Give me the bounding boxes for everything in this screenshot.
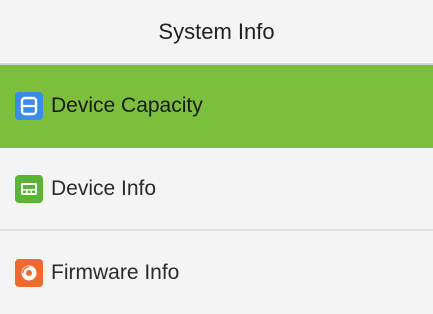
menu-item-label: Device Info — [51, 176, 157, 200]
storage-icon — [15, 91, 43, 120]
menu-item-label: Firmware Info — [51, 260, 180, 284]
menu-item-label: Device Capacity — [51, 93, 203, 117]
menu-item-firmware-info[interactable]: Firmware Info — [0, 231, 433, 314]
firmware-disc-icon — [15, 258, 43, 287]
device-icon — [15, 174, 43, 203]
system-info-screen: System Info Device Capacity Device Info … — [0, 0, 433, 314]
page-title: System Info — [0, 0, 433, 65]
system-info-menu: Device Capacity Device Info Firmware Inf… — [0, 65, 433, 314]
menu-item-device-info[interactable]: Device Info — [0, 148, 433, 231]
menu-item-device-capacity[interactable]: Device Capacity — [0, 65, 433, 148]
